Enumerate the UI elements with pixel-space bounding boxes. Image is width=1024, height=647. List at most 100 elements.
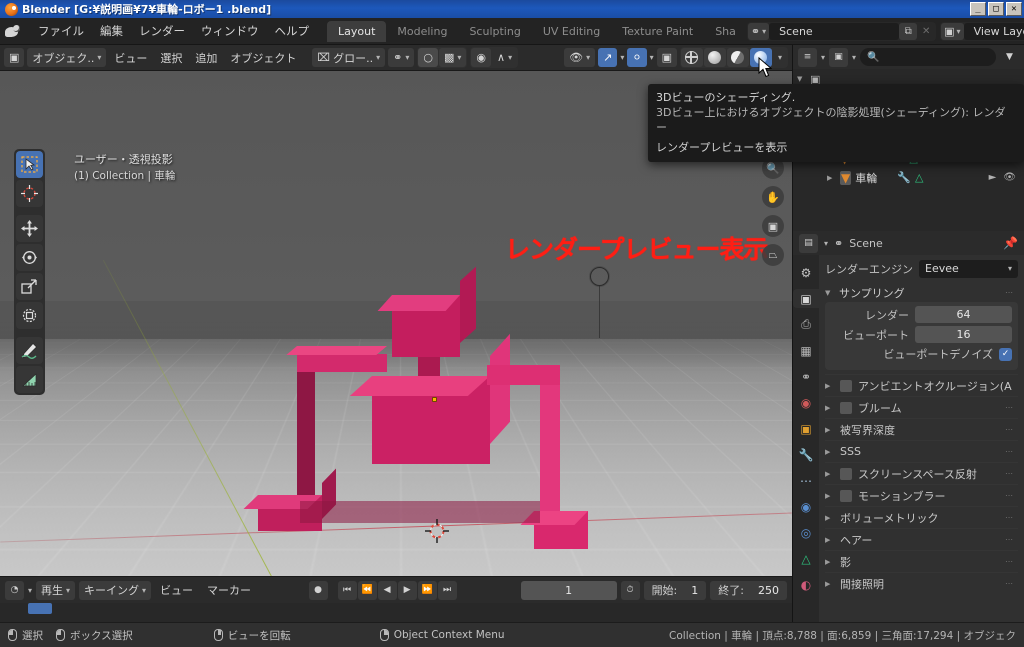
viewport-menu-select[interactable]: 選択 (155, 48, 187, 67)
outliner-editor-type-icon[interactable]: ≡ (798, 47, 817, 67)
next-keyframe-button[interactable]: ⏩ (417, 580, 437, 600)
tab-texture-paint[interactable]: Texture Paint (611, 21, 704, 42)
outliner-display-mode-icon[interactable]: ▣ (829, 47, 849, 67)
tool-annotate[interactable] (16, 337, 43, 364)
render-engine-select[interactable]: Eevee ▾ (919, 260, 1018, 278)
selectable-icon[interactable]: ► (989, 172, 997, 183)
mode-selector[interactable]: オブジェク.. ▾ (27, 48, 107, 67)
minimize-button[interactable]: _ (970, 2, 986, 16)
tool-rotate[interactable] (16, 244, 43, 271)
menu-file[interactable]: ファイル (30, 20, 92, 42)
properties-tab-tool[interactable]: ⚙ (797, 263, 816, 282)
xray-toggle-icon[interactable]: ▣ (656, 48, 677, 67)
maximize-button[interactable]: □ (988, 2, 1004, 16)
blender-menu-icon[interactable] (4, 23, 22, 39)
tab-modeling[interactable]: Modeling (386, 21, 458, 42)
outliner-search-input[interactable]: 🔍 (860, 48, 996, 66)
section-ambient-occlusion[interactable]: ▶ アンビエントオクルージョン(A (825, 374, 1018, 396)
timeline-menu-keying[interactable]: キーイング ▾ (79, 580, 152, 600)
tool-cursor[interactable] (16, 180, 43, 207)
falloff-curve-icon[interactable]: ∧ ▾ (492, 48, 517, 67)
section-checkbox[interactable] (840, 489, 852, 502)
properties-tab-output[interactable]: ⎙ (797, 315, 816, 334)
shading-solid-button[interactable] (703, 48, 726, 67)
section-motion-blur[interactable]: ▶ モーションブラー ⋯ (825, 484, 1018, 506)
tool-transform[interactable] (16, 302, 43, 329)
auto-keying-button[interactable]: ● (308, 580, 328, 600)
expand-chevron-icon[interactable]: ▶ (825, 558, 834, 566)
transform-orientation-selector[interactable]: ⌧ グロー.. ▾ (312, 48, 386, 67)
viewport-denoise-checkbox[interactable]: ✓ (999, 347, 1012, 361)
properties-tab-scene[interactable]: ⚭ (797, 367, 816, 386)
scene-browse-icon[interactable]: ⚭ ▾ (747, 22, 770, 40)
expand-chevron-icon[interactable]: ▶ (825, 404, 834, 412)
outliner-row-wheel[interactable]: ▶ ▼ 車輪 🔧 △ ► 👁 (793, 168, 1024, 187)
section-sss[interactable]: ▶ SSS ⋯ (825, 440, 1018, 462)
properties-tab-world[interactable]: ◉ (797, 393, 816, 412)
play-button[interactable]: ▶ (397, 580, 417, 600)
collapse-chevron-icon[interactable]: ▼ (825, 289, 834, 297)
snap-icon[interactable]: ⚭ ▾ (388, 48, 415, 67)
expand-chevron-icon[interactable]: ▶ (825, 580, 834, 588)
section-screen-space-reflections[interactable]: ▶ スクリーンスペース反射 ⋯ (825, 462, 1018, 484)
viewport-menu-add[interactable]: 追加 (190, 48, 222, 67)
expand-chevron-icon[interactable]: ▶ (825, 470, 834, 478)
tab-sculpting[interactable]: Sculpting (458, 21, 531, 42)
timeline-playhead[interactable] (28, 603, 52, 614)
section-depth-of-field[interactable]: ▶ 被写界深度 ⋯ (825, 418, 1018, 440)
properties-tab-constraints[interactable]: ◎ (797, 523, 816, 542)
proportional-falloff-icon[interactable]: ▩ ▾ (438, 48, 467, 67)
expand-chevron-icon[interactable]: ▼ (797, 75, 806, 83)
tab-layout[interactable]: Layout (327, 20, 387, 42)
frame-range-start[interactable]: 開始: 1 (643, 580, 707, 600)
play-reverse-button[interactable]: ◀ (377, 580, 397, 600)
timeline-strip[interactable] (0, 603, 792, 622)
timeline-menu-view[interactable]: ビュー (155, 581, 198, 600)
expand-chevron-icon[interactable]: ▶ (825, 492, 834, 500)
tool-measure[interactable] (16, 366, 43, 393)
timeline-menu-marker[interactable]: マーカー (202, 581, 256, 600)
overlays-toggle-icon[interactable]: ⚪ (627, 48, 647, 67)
expand-chevron-icon[interactable]: ▶ (825, 426, 834, 434)
view-layer-browse-icon[interactable]: ▣ ▾ (941, 22, 964, 40)
pin-icon[interactable]: 📌 (1003, 236, 1018, 250)
viewport-menu-object[interactable]: オブジェクト (225, 48, 301, 67)
scene-delete-button[interactable]: ✕ (917, 23, 935, 40)
sampling-panel-header[interactable]: ▼ サンプリング ⋯ (825, 283, 1018, 302)
shading-wireframe-button[interactable] (680, 48, 703, 67)
use-preview-range-icon[interactable]: ⏱ (620, 580, 640, 600)
gizmo-toggle-icon[interactable]: ↗ (598, 48, 618, 67)
sampling-viewport-field[interactable]: 16 (915, 326, 1012, 343)
prev-keyframe-button[interactable]: ⏪ (357, 580, 377, 600)
properties-tab-particles[interactable]: ⋯ (797, 471, 816, 490)
properties-tab-data[interactable]: △ (797, 549, 816, 568)
current-frame-field[interactable]: 1 (520, 580, 617, 600)
empty-target-object[interactable] (590, 267, 609, 286)
scene-name[interactable]: Scene (769, 22, 900, 40)
properties-tab-physics[interactable]: ◉ (797, 497, 816, 516)
tab-shading[interactable]: Sha (704, 21, 747, 42)
menu-help[interactable]: ヘルプ (267, 20, 318, 42)
menu-window[interactable]: ウィンドウ (193, 20, 267, 42)
properties-tab-modifier[interactable]: 🔧 (797, 445, 816, 464)
section-checkbox[interactable] (840, 379, 852, 392)
camera-view-icon[interactable]: ▣ (762, 215, 784, 237)
properties-tab-render[interactable]: ▣ (793, 289, 819, 308)
expand-chevron-icon[interactable]: ▶ (827, 174, 836, 182)
hide-in-viewport-icon[interactable]: 👁 (1003, 172, 1016, 183)
timeline-editor-type-icon[interactable]: ◔ (5, 580, 24, 600)
pan-icon[interactable]: ✋ (762, 186, 784, 208)
frame-range-end[interactable]: 終了: 250 (710, 580, 787, 600)
viewport-menu-view[interactable]: ビュー (109, 48, 152, 67)
section-volumetrics[interactable]: ▶ ボリューメトリック ⋯ (825, 506, 1018, 528)
perspective-toggle-icon[interactable]: ⏢ (762, 244, 784, 266)
properties-tab-view-layer[interactable]: ▦ (797, 341, 816, 360)
properties-tab-object[interactable]: ▣ (797, 419, 816, 438)
expand-chevron-icon[interactable]: ▶ (825, 448, 834, 456)
section-indirect-lighting[interactable]: ▶ 間接照明 ⋯ (825, 572, 1018, 594)
shading-popover-icon[interactable]: ▾ (773, 48, 787, 67)
section-checkbox[interactable] (840, 401, 852, 414)
section-shadows[interactable]: ▶ 影 ⋯ (825, 550, 1018, 572)
snap-target-icon[interactable]: ◉ (471, 48, 491, 67)
menu-render[interactable]: レンダー (131, 20, 193, 42)
